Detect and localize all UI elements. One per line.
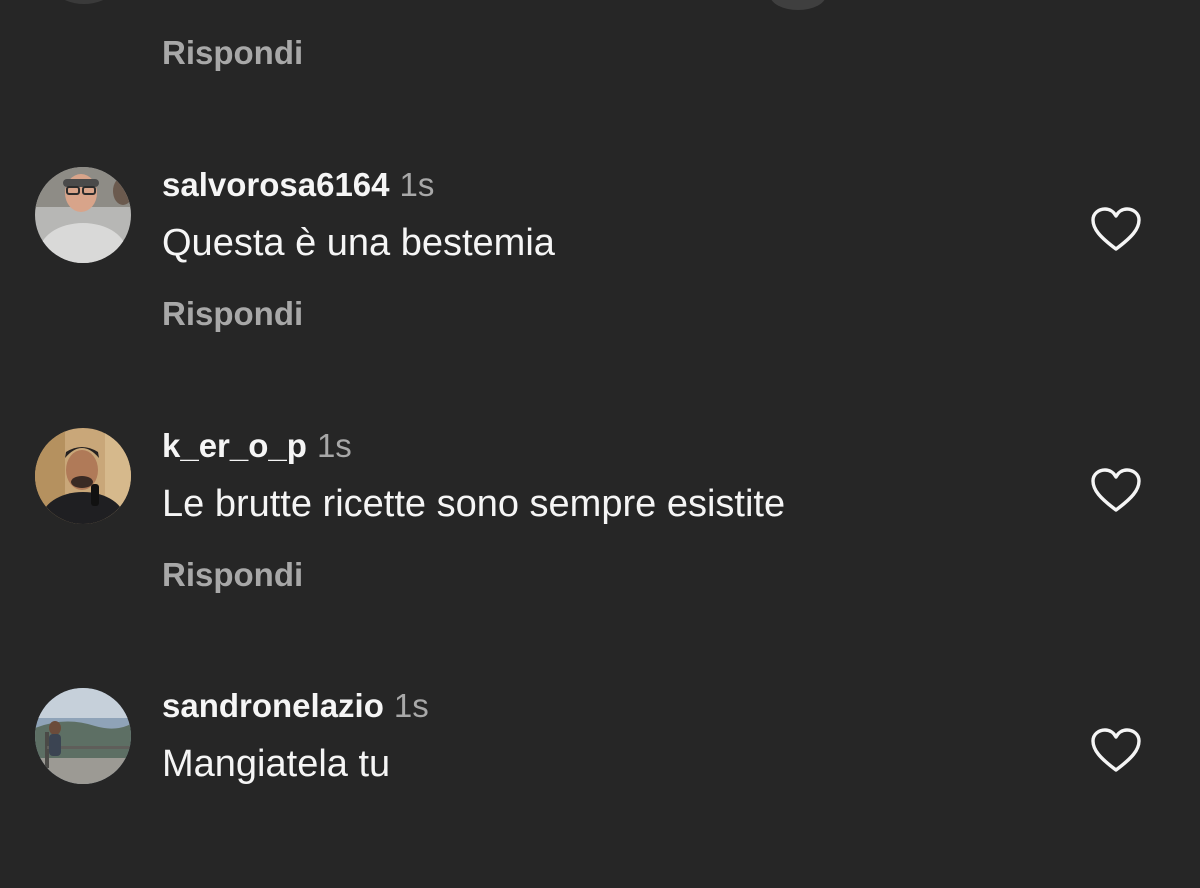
- comment-header: sandronelazio 1s: [162, 688, 429, 724]
- avatar[interactable]: [35, 688, 131, 784]
- comment-text: Le brutte ricette sono sempre esistite: [162, 483, 786, 525]
- reply-button[interactable]: Rispondi: [162, 34, 303, 72]
- reply-button[interactable]: Rispondi: [162, 295, 303, 333]
- comment-header: salvorosa6164 1s: [162, 167, 434, 203]
- comment-text: Mangiatela tu: [162, 743, 391, 785]
- username[interactable]: salvorosa6164: [162, 166, 390, 203]
- heart-icon[interactable]: [1090, 728, 1142, 774]
- comment-text: Questa è una bestemia: [162, 222, 555, 264]
- comment-header: k_er_o_p 1s: [162, 428, 352, 464]
- timestamp: 1s: [316, 427, 352, 464]
- comment-item: sandronelazio 1s Mangiatela tu: [0, 688, 1200, 888]
- username[interactable]: sandronelazio: [162, 687, 384, 724]
- avatar[interactable]: [36, 0, 132, 4]
- avatar[interactable]: [35, 428, 131, 524]
- heart-icon[interactable]: [1090, 468, 1142, 514]
- avatar[interactable]: [35, 167, 131, 263]
- heart-icon[interactable]: [1090, 207, 1142, 253]
- avatar: [770, 0, 826, 10]
- username[interactable]: k_er_o_p: [162, 427, 307, 464]
- reply-button[interactable]: Rispondi: [162, 556, 303, 594]
- comment-item: salvorosa6164 1s Questa è una bestemia Ri…: [0, 167, 1200, 367]
- comment-item: k_er_o_p 1s Le brutte ricette sono sempre…: [0, 428, 1200, 628]
- timestamp: 1s: [399, 166, 435, 203]
- timestamp: 1s: [393, 687, 429, 724]
